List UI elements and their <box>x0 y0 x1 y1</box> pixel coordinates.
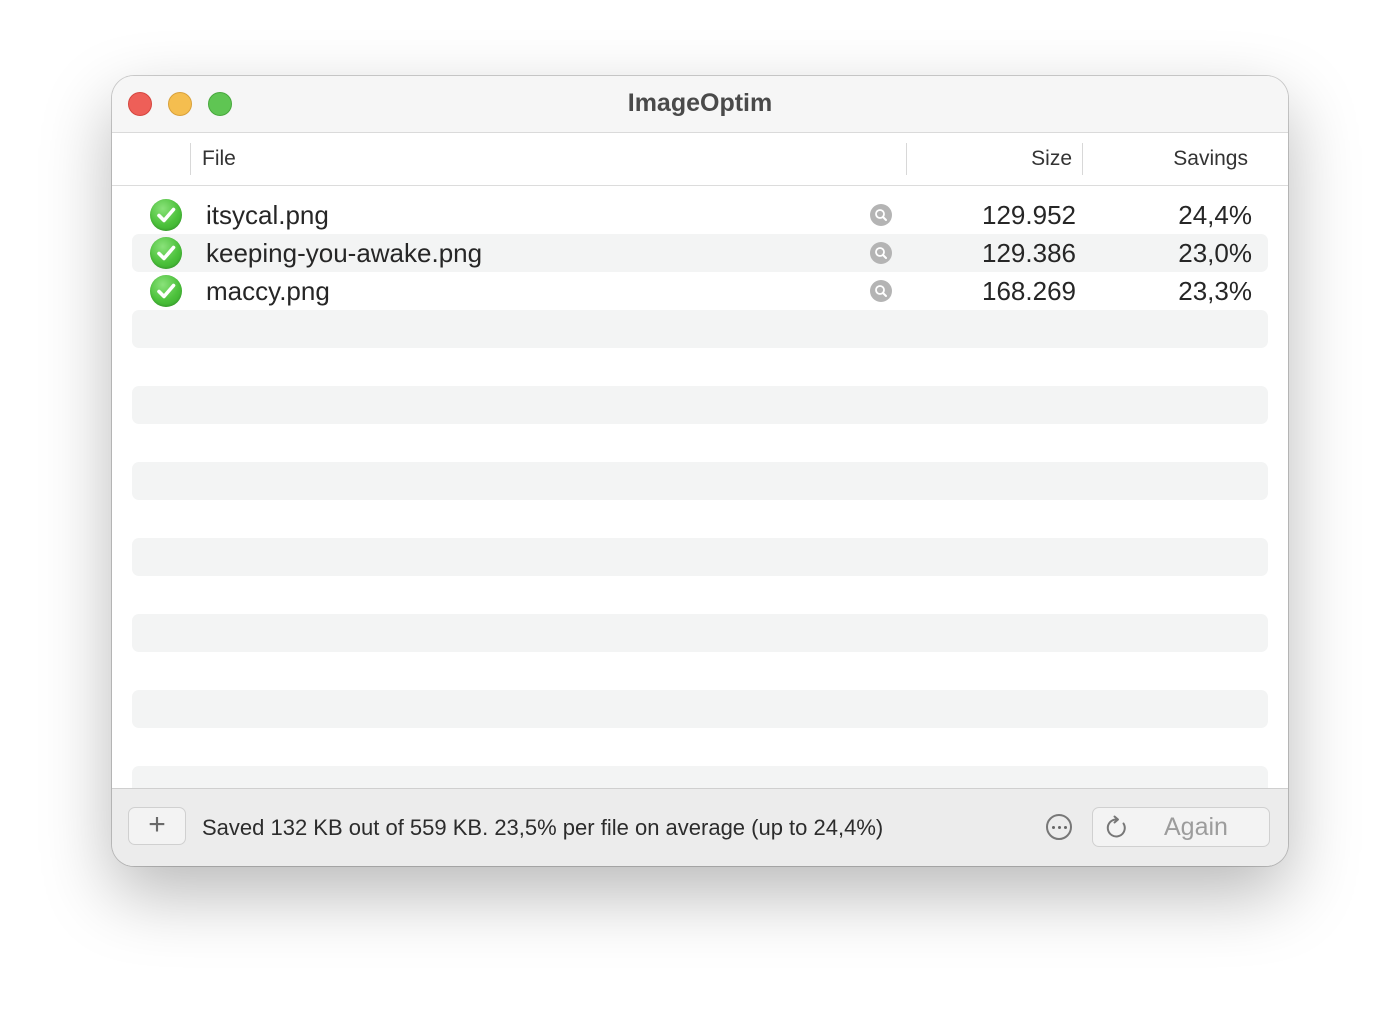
table-header: File Size Savings <box>112 133 1288 186</box>
file-size: 129.386 <box>982 238 1076 268</box>
column-separator <box>906 143 907 175</box>
column-header-file[interactable]: File <box>202 147 236 171</box>
window-title: ImageOptim <box>627 89 773 117</box>
again-label: Again <box>1164 813 1228 841</box>
title-bar: ImageOptim <box>112 76 1288 133</box>
magnifier-icon[interactable] <box>870 280 892 302</box>
file-savings: 24,4% <box>1178 200 1252 230</box>
empty-row <box>132 386 1268 424</box>
empty-row <box>132 690 1268 728</box>
checkmark-circle-icon <box>150 275 182 307</box>
imageoptim-window: ImageOptim File Size Savings itsycal.png… <box>112 76 1288 866</box>
status-text: Saved 132 KB out of 559 KB. 23,5% per fi… <box>202 815 884 840</box>
empty-row <box>132 310 1268 348</box>
file-list: itsycal.png 129.952 24,4% keeping-you-aw… <box>112 186 1288 788</box>
checkmark-circle-icon <box>150 199 182 231</box>
file-name: maccy.png <box>206 276 330 306</box>
ellipsis-circle-icon[interactable] <box>1046 814 1072 840</box>
refresh-icon <box>1106 815 1126 838</box>
empty-row <box>132 614 1268 652</box>
file-size: 129.952 <box>982 200 1076 230</box>
column-separator <box>1082 143 1083 175</box>
table-row[interactable]: maccy.png 168.269 23,3% <box>132 272 1268 310</box>
file-size: 168.269 <box>982 276 1076 306</box>
column-header-savings[interactable]: Savings <box>1173 147 1248 171</box>
checkmark-circle-icon <box>150 237 182 269</box>
status-bar: + Saved 132 KB out of 559 KB. 23,5% per … <box>112 788 1288 866</box>
table-row[interactable]: itsycal.png 129.952 24,4% <box>132 196 1268 234</box>
magnifier-icon[interactable] <box>870 242 892 264</box>
table-row[interactable]: keeping-you-awake.png 129.386 23,0% <box>132 234 1268 272</box>
optimize-again-button[interactable]: Again <box>1092 807 1270 847</box>
add-files-button[interactable]: + <box>128 807 186 845</box>
file-name: itsycal.png <box>206 200 329 230</box>
file-savings: 23,0% <box>1178 238 1252 268</box>
file-name: keeping-you-awake.png <box>206 238 483 268</box>
file-savings: 23,3% <box>1178 276 1252 306</box>
column-header-size[interactable]: Size <box>1031 147 1072 171</box>
empty-row <box>132 462 1268 500</box>
empty-row <box>132 766 1268 788</box>
column-separator <box>190 143 191 175</box>
magnifier-icon[interactable] <box>870 204 892 226</box>
empty-row <box>132 538 1268 576</box>
